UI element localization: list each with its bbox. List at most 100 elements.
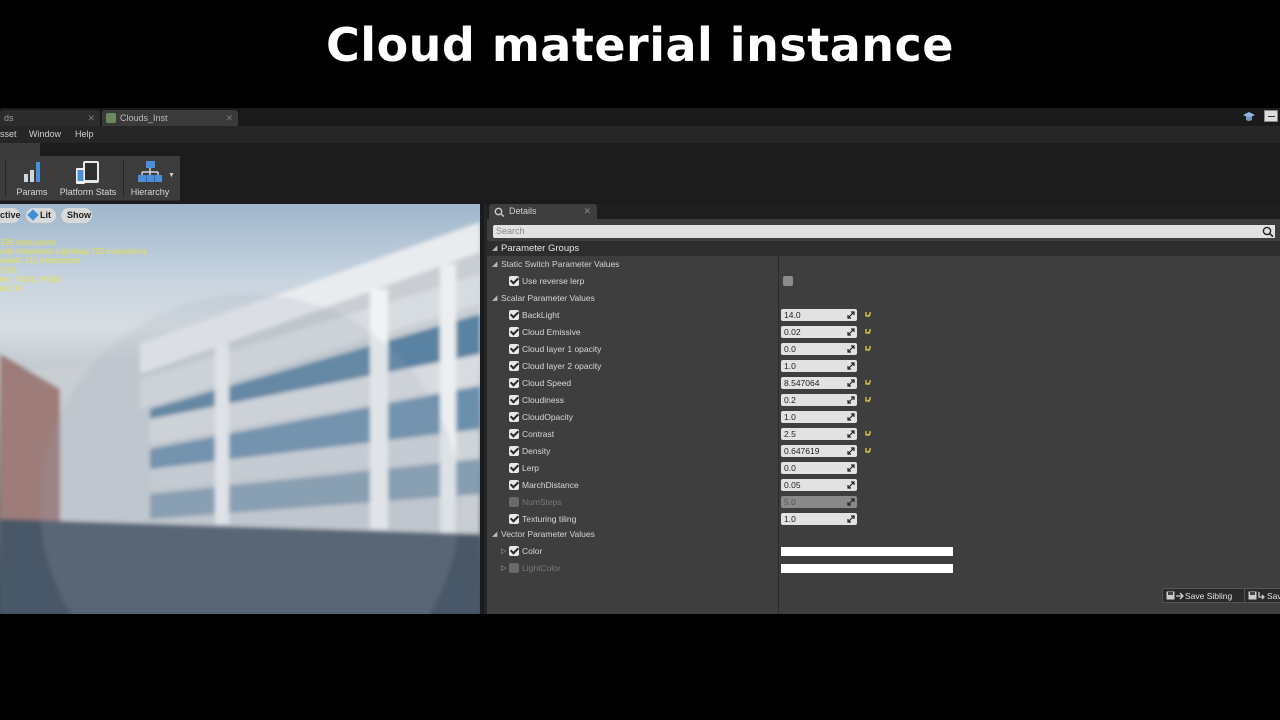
details-tab[interactable]: Details ✕ xyxy=(489,204,597,219)
params-button[interactable]: Params xyxy=(10,156,54,200)
expand-arrow-icon[interactable]: ▷ xyxy=(501,560,506,577)
drag-arrows-icon xyxy=(847,379,855,387)
hierarchy-button[interactable]: Hierarchy xyxy=(126,156,174,200)
scalar-value-input[interactable]: 1.0 xyxy=(781,513,857,525)
override-checkbox[interactable] xyxy=(509,378,519,388)
scalar-value-input[interactable]: 0.05 xyxy=(781,479,857,491)
scalar-value-input[interactable]: 0.0 xyxy=(781,343,857,355)
stats-line: 7/16 xyxy=(0,265,16,275)
override-checkbox[interactable] xyxy=(509,276,519,286)
scalar-value-input[interactable]: 0.647619 xyxy=(781,445,857,457)
collapse-arrow-icon[interactable]: ◢ xyxy=(492,256,497,273)
sub-tab[interactable] xyxy=(0,143,40,156)
vector-header[interactable]: ◢ Vector Parameter Values xyxy=(487,526,1280,543)
bool-value-checkbox[interactable] xyxy=(783,276,793,286)
scalar-value-input[interactable]: 1.0 xyxy=(781,360,857,372)
override-checkbox[interactable] xyxy=(509,446,519,456)
param-row-use-reverse-lerp: Use reverse lerp xyxy=(487,273,1280,290)
save-child-icon xyxy=(1248,591,1265,600)
drag-arrows-icon xyxy=(847,447,855,455)
section-label: Static Switch Parameter Values xyxy=(501,259,620,269)
scalar-value-input[interactable]: 0.0 xyxy=(781,462,857,474)
menu-window[interactable]: Window xyxy=(29,126,61,143)
search-icon[interactable] xyxy=(1261,225,1275,238)
override-checkbox[interactable] xyxy=(509,310,519,320)
param-row-color: ▷ Color xyxy=(487,543,1280,560)
tab-clouds-inst[interactable]: Clouds_Inst ✕ xyxy=(102,110,238,126)
platform-stats-button[interactable]: Platform Stats xyxy=(56,156,120,200)
scalar-value-input[interactable]: 0.02 xyxy=(781,326,857,338)
collapse-arrow-icon[interactable]: ◢ xyxy=(492,526,497,543)
param-label: Contrast xyxy=(522,429,555,439)
param-row: Lerp 0.0 xyxy=(487,460,1280,477)
scalar-value-input[interactable]: 0.2 xyxy=(781,394,857,406)
override-checkbox[interactable] xyxy=(509,497,519,507)
scalar-value-text: 0.02 xyxy=(784,327,801,337)
override-checkbox[interactable] xyxy=(509,463,519,473)
override-checkbox[interactable] xyxy=(509,361,519,371)
tab-label: Clouds_Inst xyxy=(120,113,168,123)
graduation-cap-icon[interactable] xyxy=(1242,110,1256,122)
scalar-value-input[interactable]: 14.0 xyxy=(781,309,857,321)
override-checkbox[interactable] xyxy=(509,412,519,422)
minimize-button[interactable] xyxy=(1264,110,1278,122)
menu-asset[interactable]: sset xyxy=(0,126,17,143)
drag-arrows-icon xyxy=(847,311,855,319)
reset-to-default-icon[interactable] xyxy=(864,395,872,405)
param-label: MarchDistance xyxy=(522,480,579,490)
reset-to-default-icon[interactable] xyxy=(864,310,872,320)
override-checkbox[interactable] xyxy=(509,327,519,337)
drag-arrows-icon xyxy=(847,413,855,421)
reset-to-default-icon[interactable] xyxy=(864,344,872,354)
color-swatch[interactable] xyxy=(781,547,953,556)
menu-help[interactable]: Help xyxy=(75,126,94,143)
reset-to-default-icon[interactable] xyxy=(864,429,872,439)
reset-to-default-icon[interactable] xyxy=(864,327,872,337)
scalar-value-text: 0.2 xyxy=(784,395,796,405)
toolbar: Params Platform Stats Hierarchy ▼ xyxy=(0,156,180,201)
override-checkbox[interactable] xyxy=(509,480,519,490)
tab-previous-asset[interactable]: ds ✕ xyxy=(0,110,100,126)
save-child-button[interactable]: Sav xyxy=(1244,588,1280,603)
param-row: Cloud layer 2 opacity 1.0 xyxy=(487,358,1280,375)
override-checkbox[interactable] xyxy=(509,344,519,354)
close-icon[interactable]: ✕ xyxy=(583,204,591,219)
show-button[interactable]: Show xyxy=(61,208,92,223)
override-checkbox[interactable] xyxy=(509,514,519,524)
collapse-arrow-icon[interactable]: ◢ xyxy=(492,241,497,256)
override-checkbox[interactable] xyxy=(509,563,519,573)
lit-label: Lit xyxy=(40,210,51,220)
close-icon[interactable]: ✕ xyxy=(87,110,95,126)
override-checkbox[interactable] xyxy=(509,395,519,405)
param-label: Cloud Emissive xyxy=(522,327,581,337)
material-preview-viewport[interactable]: ctive Lit Show 199 instructions with Vol… xyxy=(0,204,480,614)
param-label: Density xyxy=(522,446,551,456)
expand-arrow-icon[interactable]: ▷ xyxy=(501,543,506,560)
scalar-value-input[interactable]: 2.5 xyxy=(781,428,857,440)
collapse-arrow-icon[interactable]: ◢ xyxy=(492,290,497,307)
close-icon[interactable]: ✕ xyxy=(225,110,233,126)
params-icon xyxy=(24,162,40,182)
scalar-header[interactable]: ◢ Scalar Parameter Values xyxy=(487,290,1280,307)
drag-arrows-icon xyxy=(847,464,855,472)
scalar-value-input[interactable]: 8.547064 xyxy=(781,377,857,389)
scalar-value-text: 0.0 xyxy=(784,463,796,473)
hierarchy-dropdown-icon[interactable]: ▼ xyxy=(168,172,175,179)
section-label: Scalar Parameter Values xyxy=(501,293,595,303)
param-label: Color xyxy=(522,546,543,556)
platform-stats-icon xyxy=(76,161,99,184)
color-swatch[interactable] xyxy=(781,564,953,573)
override-checkbox[interactable] xyxy=(509,546,519,556)
static-switch-header[interactable]: ◢ Static Switch Parameter Values xyxy=(487,256,1280,273)
view-mode-lit-button[interactable]: Lit xyxy=(26,208,56,223)
scalar-value-text: 5.0 xyxy=(784,497,796,507)
reset-to-default-icon[interactable] xyxy=(864,378,872,388)
reset-to-default-icon[interactable] xyxy=(864,446,872,456)
viewport-perspective-button[interactable]: ctive xyxy=(0,208,21,223)
search-input[interactable]: Search xyxy=(493,225,1265,238)
parameter-groups-header[interactable]: ◢ Parameter Groups xyxy=(487,241,1280,256)
scalar-value-input[interactable]: 1.0 xyxy=(781,411,857,423)
override-checkbox[interactable] xyxy=(509,429,519,439)
scalar-value-text: 0.647619 xyxy=(784,446,820,456)
scalar-value-input[interactable]: 5.0 xyxy=(781,496,857,508)
